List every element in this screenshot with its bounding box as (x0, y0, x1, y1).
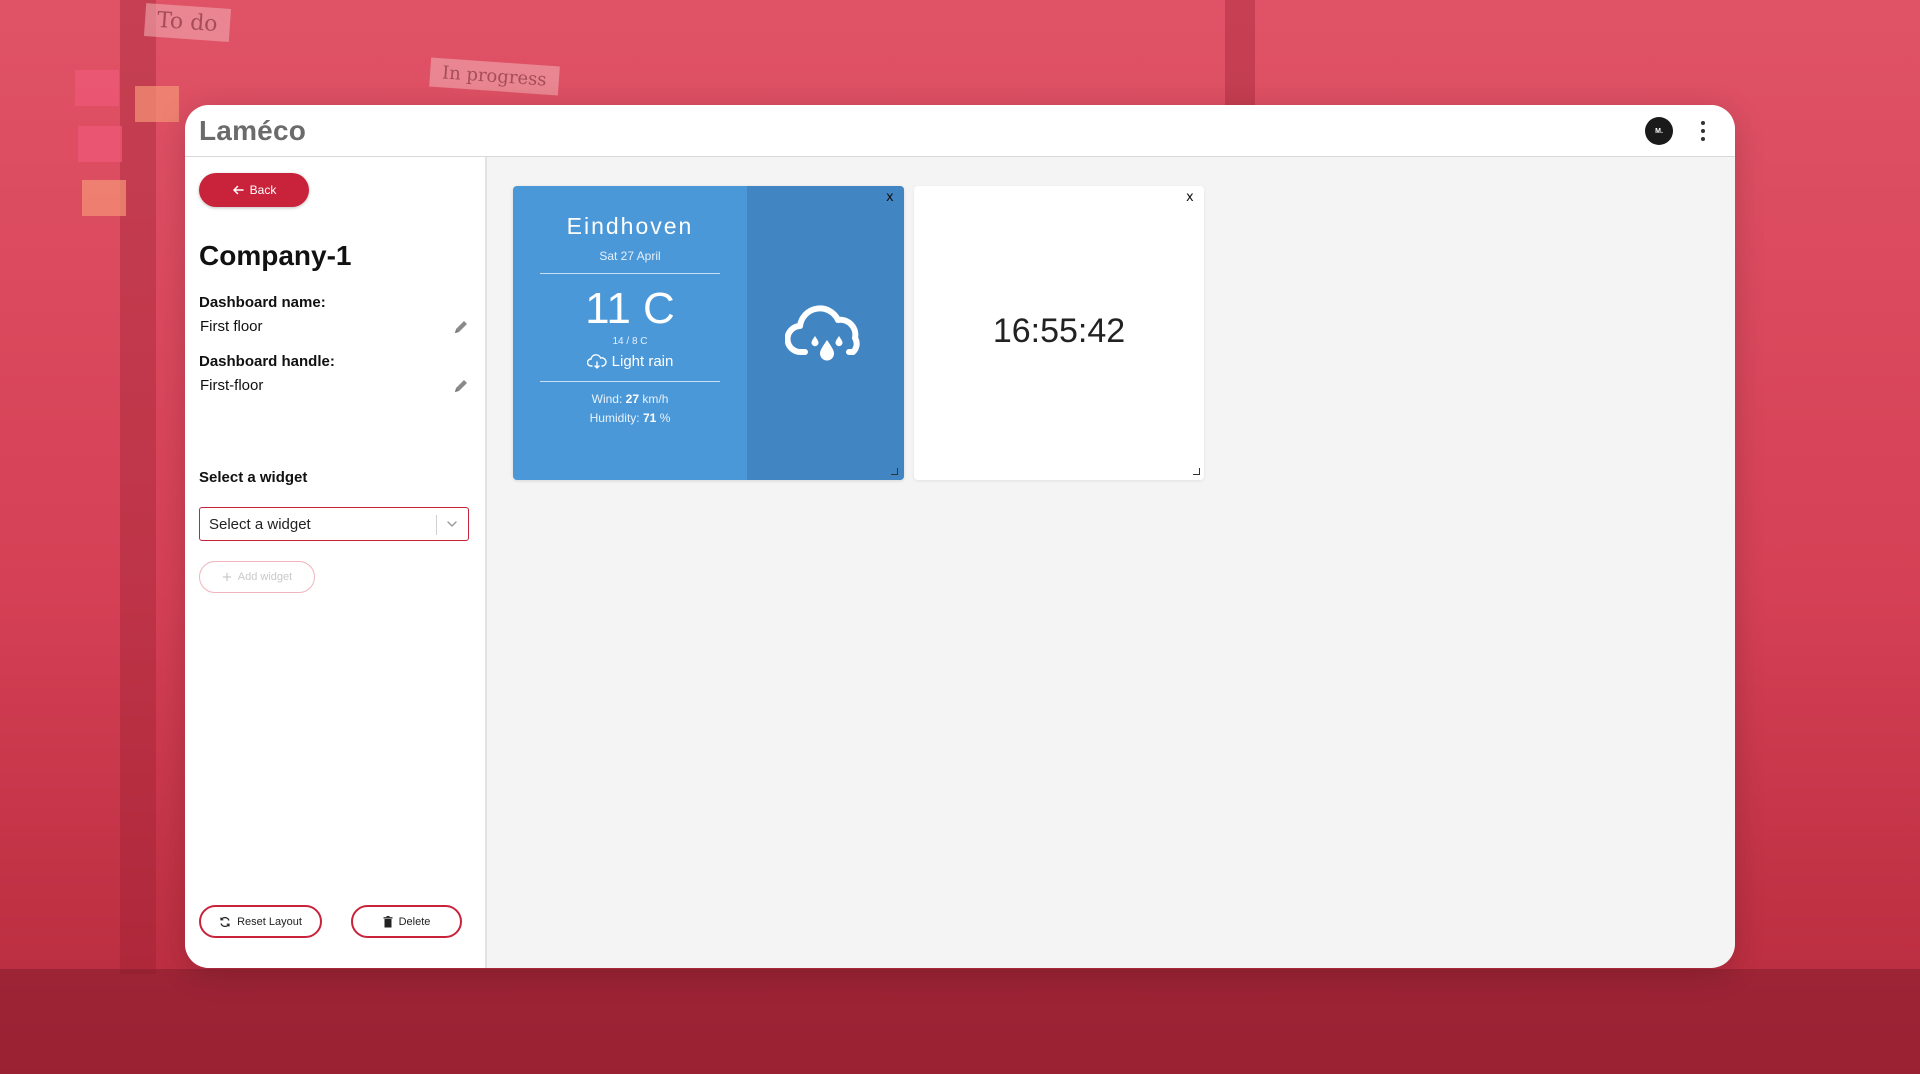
avatar[interactable]: M. (1645, 117, 1673, 145)
weather-wind-value: 27 (625, 392, 640, 406)
app-logo: Laméco (199, 115, 307, 146)
weather-wind-unit: km/h (642, 392, 669, 406)
background-postit (82, 180, 126, 216)
select-separator (436, 515, 437, 535)
weather-date: Sat 27 April (599, 249, 661, 263)
chevron-down-icon[interactable] (445, 517, 459, 531)
back-button[interactable]: Back (199, 173, 309, 207)
arrow-left-icon (232, 185, 244, 195)
resize-handle[interactable] (891, 468, 898, 475)
resize-handle[interactable] (1193, 468, 1200, 475)
widget-select-value: Select a widget (209, 516, 311, 533)
delete-label: Delete (398, 915, 431, 928)
weather-city: Eindhoven (566, 213, 694, 239)
more-vertical-icon[interactable] (1695, 119, 1711, 143)
background-sheet-inprogress: In progress (429, 57, 560, 96)
weather-wind: Wind: 27 km/h (513, 392, 747, 406)
background-sheet-todo: To do (143, 3, 231, 42)
weather-divider (540, 273, 720, 274)
background-postit (75, 70, 119, 106)
company-title: Company-1 (199, 240, 352, 271)
weather-description: Light rain (611, 353, 674, 370)
weather-description-row: Light rain (513, 353, 747, 370)
weather-wind-label: Wind: (591, 392, 623, 406)
add-widget-button[interactable]: Add widget (199, 561, 315, 593)
back-button-label: Back (249, 183, 277, 197)
add-widget-label: Add widget (237, 571, 293, 583)
weather-icon-panel: x (747, 186, 904, 480)
weather-widget[interactable]: Eindhoven Sat 27 April 11 C 14 / 8 C Lig… (513, 186, 904, 480)
weather-humidity-value: 71 (642, 411, 657, 425)
pencil-icon[interactable] (453, 319, 469, 335)
clock-widget[interactable]: x 16:55:42 (914, 186, 1204, 480)
reset-layout-button[interactable]: Reset Layout (199, 905, 322, 938)
pencil-icon[interactable] (453, 378, 469, 394)
dashboard-handle-value: First-floor (200, 377, 264, 394)
app-window: Laméco M. Back Company-1 Dashboard name:… (185, 105, 1735, 968)
weather-divider (540, 381, 720, 382)
dashboard-name-value: First floor (200, 318, 263, 335)
background-beam (1225, 0, 1255, 105)
cloud-rain-drop-icon (785, 305, 860, 361)
background-postit (78, 126, 122, 162)
weather-close-button[interactable]: x (886, 190, 894, 205)
trash-icon (383, 915, 393, 927)
weather-range: 14 / 8 C (612, 336, 648, 347)
select-widget-label: Select a widget (199, 469, 308, 486)
background-postit (135, 86, 179, 122)
clock-close-button[interactable]: x (1186, 190, 1194, 205)
dashboard-name-label: Dashboard name: (199, 294, 326, 311)
weather-temperature: 11 C (585, 284, 675, 333)
sidebar: Back Company-1 Dashboard name: First flo… (185, 157, 487, 968)
dashboard-handle-label: Dashboard handle: (199, 353, 335, 370)
delete-button[interactable]: Delete (351, 905, 462, 938)
top-bar: Laméco M. (185, 105, 1735, 157)
weather-humidity-label: Humidity: (589, 411, 640, 425)
clock-time: 16:55:42 (992, 312, 1126, 350)
cloud-rain-icon (586, 353, 607, 369)
reset-layout-label: Reset Layout (237, 915, 302, 928)
plus-icon (222, 573, 231, 581)
background-beam (120, 0, 156, 974)
background-floor (0, 969, 1920, 1074)
widget-select[interactable]: Select a widget (199, 507, 469, 541)
weather-humidity-unit: % (659, 411, 671, 425)
refresh-icon (220, 916, 230, 927)
weather-humidity: Humidity: 71 % (513, 411, 747, 425)
